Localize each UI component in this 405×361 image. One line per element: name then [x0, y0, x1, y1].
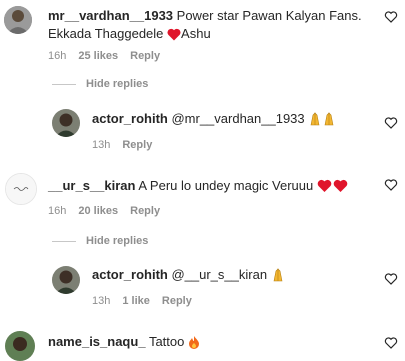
reply-button[interactable]: Reply — [162, 295, 192, 307]
divider-line — [52, 240, 76, 242]
avatar[interactable] — [4, 6, 32, 34]
reply-button[interactable]: Reply — [122, 139, 152, 151]
avatar-photo — [52, 109, 80, 137]
avatar[interactable] — [5, 173, 37, 205]
comment-time[interactable]: 13h — [92, 139, 110, 151]
comment-meta: 16h 20 likes Reply — [48, 205, 160, 217]
hide-replies-label: Hide replies — [86, 235, 149, 247]
comment-text: mr__vardhan__1933 Power star Pawan Kalya… — [48, 7, 378, 43]
comment-time[interactable]: 16h — [48, 205, 66, 217]
comment-username[interactable]: mr__vardhan__1933 — [48, 8, 173, 23]
like-heart-icon[interactable] — [384, 116, 398, 130]
like-heart-icon[interactable] — [384, 272, 398, 286]
comment-time[interactable]: 13h — [92, 295, 110, 307]
comment-text: actor_rohith @__ur_s__kiran — [92, 266, 387, 284]
comment-body[interactable]: @__ur_s__kiran — [171, 267, 267, 282]
comment-meta: 13h 1 like Reply — [92, 295, 192, 307]
comment-username[interactable]: actor_rohith — [92, 267, 168, 282]
comment-body: A Peru lo undey magic Veruuu — [138, 178, 314, 193]
comment-text: __ur_s__kiran A Peru lo undey magic Veru… — [48, 177, 378, 195]
comment-username[interactable]: actor_rohith — [92, 111, 168, 126]
red-hearts-emoji-icon — [317, 179, 348, 192]
comment-likes[interactable]: 25 likes — [78, 50, 118, 62]
divider-line — [52, 83, 76, 85]
avatar-photo — [5, 331, 35, 361]
comment-meta: 16h 25 likes Reply — [48, 50, 160, 62]
folded-hands-emoji-icon — [273, 268, 283, 282]
comment-text: actor_rohith @mr__vardhan__1933 — [92, 110, 387, 128]
comment-likes[interactable]: 1 like — [122, 295, 150, 307]
like-heart-icon[interactable] — [384, 336, 398, 350]
comment-username[interactable]: name_is_naqu_ — [48, 334, 146, 349]
comment-username[interactable]: __ur_s__kiran — [48, 178, 135, 193]
like-heart-icon[interactable] — [384, 178, 398, 192]
avatar[interactable] — [52, 109, 80, 137]
like-heart-icon[interactable] — [384, 10, 398, 24]
comment-text: name_is_naqu_ Tattoo — [48, 333, 378, 351]
comment-likes[interactable]: 20 likes — [78, 205, 118, 217]
comment-body: Tattoo — [148, 334, 185, 349]
comment-body-tail: Ashu — [181, 26, 211, 41]
fire-emoji-icon — [188, 336, 199, 349]
comment-meta: 13h Reply — [92, 139, 152, 151]
hide-replies-label: Hide replies — [86, 78, 149, 90]
avatar[interactable] — [52, 266, 80, 294]
red-heart-emoji-icon — [167, 28, 181, 41]
avatar-photo — [4, 6, 32, 34]
comment-body[interactable]: @mr__vardhan__1933 — [171, 111, 304, 126]
avatar-photo — [52, 266, 80, 294]
folded-hands-emoji-icon — [310, 112, 334, 126]
reply-button[interactable]: Reply — [130, 50, 160, 62]
comment-time[interactable]: 16h — [48, 50, 66, 62]
hide-replies-toggle[interactable]: Hide replies — [52, 78, 148, 90]
reply-button[interactable]: Reply — [130, 205, 160, 217]
hide-replies-toggle[interactable]: Hide replies — [52, 235, 148, 247]
avatar[interactable] — [5, 331, 35, 361]
avatar-photo — [6, 174, 36, 204]
